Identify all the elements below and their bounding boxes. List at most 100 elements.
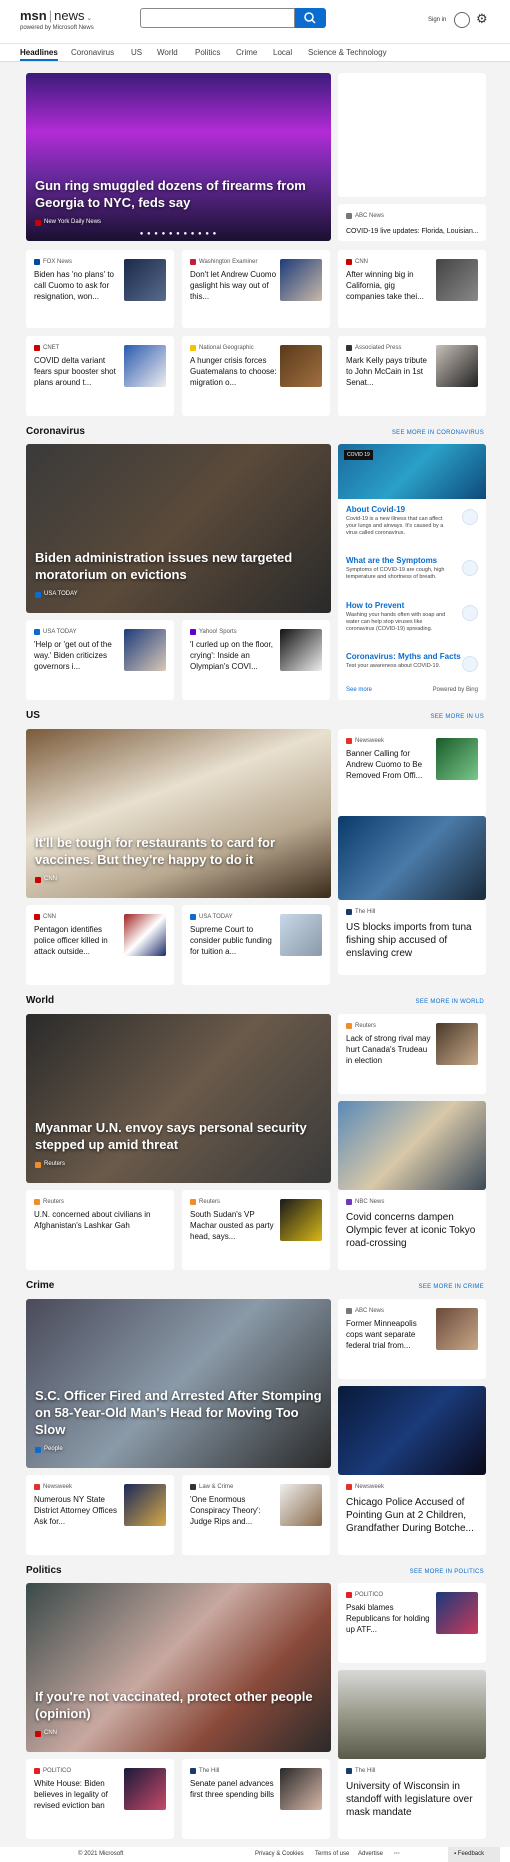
news-card[interactable]: POLITICO Psaki blames Republicans for ho… — [338, 1583, 486, 1663]
news-card[interactable]: ABC News COVID-19 live updates: Florida,… — [338, 204, 486, 241]
gear-icon[interactable]: ⚙ — [476, 11, 488, 27]
privacy-link[interactable]: Privacy & Cookies — [255, 1851, 304, 1857]
covid-panel: COVID 19 About Covid-19 Covid-19 is a ne… — [338, 444, 486, 700]
card-source: FOX News — [43, 259, 73, 265]
tab-crime[interactable]: Crime — [236, 48, 257, 57]
search-input[interactable] — [140, 8, 295, 28]
news-card[interactable]: USA TODAY 'Help or 'get out of the way.'… — [26, 620, 174, 700]
card-image[interactable] — [338, 816, 486, 900]
card-image[interactable] — [338, 1386, 486, 1475]
news-card[interactable]: Yahoo! Sports 'I curled up on the floor,… — [182, 620, 330, 700]
card-source: The Hill — [355, 1768, 376, 1774]
covid-tag: COVID 19 — [344, 450, 373, 460]
covid-item-about[interactable]: About Covid-19 Covid-19 is a new illness… — [346, 505, 478, 537]
section-title-coronavirus: Coronavirus — [26, 426, 85, 437]
hero-card[interactable]: S.C. Officer Fired and Arrested After St… — [26, 1299, 331, 1468]
card-title: Biden has 'no plans' to call Cuomo to as… — [34, 270, 114, 301]
card-source: Washington Examiner — [199, 259, 258, 265]
ad-placeholder — [338, 73, 486, 197]
card-source: NBC News — [355, 1199, 385, 1205]
news-card[interactable]: CNET COVID delta variant fears spur boos… — [26, 336, 174, 416]
msn-logo[interactable]: msn | news ⌄ powered by Microsoft News — [20, 8, 94, 31]
card-thumbnail — [280, 1484, 322, 1526]
news-card[interactable]: Reuters South Sudan's VP Machar ousted a… — [182, 1190, 330, 1270]
news-card[interactable]: Newsweek Banner Calling for Andrew Cuomo… — [338, 729, 486, 816]
news-card[interactable]: CNN After winning big in California, gig… — [338, 250, 486, 328]
hero-card[interactable]: Gun ring smuggled dozens of firearms fro… — [26, 73, 331, 241]
see-more-coronavirus[interactable]: SEE MORE IN CORONAVIRUS — [392, 430, 484, 436]
carousel-dots[interactable]: ● ● ● ● ● ● ● ● ● ● ● — [26, 231, 331, 237]
terms-link[interactable]: Terms of use — [315, 1851, 349, 1857]
card-title: 'Help or 'get out of the way.' Biden cri… — [34, 640, 112, 671]
news-card[interactable]: FOX News Biden has 'no plans' to call Cu… — [26, 250, 174, 328]
news-card[interactable]: POLITICO White House: Biden believes in … — [26, 1759, 174, 1839]
section-title-us: US — [26, 710, 40, 721]
hands-icon — [462, 605, 478, 621]
covid-item-prevent[interactable]: How to Prevent Washing your hands often … — [346, 601, 478, 633]
advertise-link[interactable]: Advertise — [358, 1851, 383, 1857]
card-thumbnail — [436, 738, 478, 780]
card-title: Covid concerns dampen Olympic fever at i… — [346, 1212, 476, 1249]
hero-card[interactable]: Biden administration issues new targeted… — [26, 444, 331, 613]
tab-us[interactable]: US — [131, 48, 142, 57]
covid-item-myths[interactable]: Coronavirus: Myths and Facts Test your a… — [346, 652, 478, 672]
news-card[interactable]: Law & Crime 'One Enormous Conspiracy The… — [182, 1475, 330, 1555]
quiz-icon — [462, 656, 478, 672]
news-card[interactable]: Newsweek Numerous NY State District Atto… — [26, 1475, 174, 1555]
thermometer-icon — [462, 560, 478, 576]
card-source: CNET — [43, 345, 60, 351]
hero-card[interactable]: It'll be tough for restaurants to card f… — [26, 729, 331, 898]
covid-see-more[interactable]: See more — [346, 687, 372, 693]
card-thumbnail — [280, 914, 322, 956]
tab-science[interactable]: Science & Technology — [308, 48, 387, 57]
card-title: Senate panel advances first three spendi… — [190, 1779, 275, 1799]
hero-card[interactable]: If you're not vaccinated, protect other … — [26, 1583, 331, 1752]
sign-in-link[interactable]: Sign in — [428, 17, 446, 23]
card-thumbnail — [280, 629, 322, 671]
news-card[interactable]: The Hill US blocks imports from tuna fis… — [338, 900, 486, 975]
more-icon[interactable]: ··· — [394, 1851, 400, 1857]
hero-card[interactable]: Myanmar U.N. envoy says personal securit… — [26, 1014, 331, 1183]
news-card[interactable]: Reuters U.N. concerned about civilians i… — [26, 1190, 174, 1270]
news-card[interactable]: ABC News Former Minneapolis cops want se… — [338, 1299, 486, 1379]
covid-item-desc: Symptoms of COVID-19 are cough, high tem… — [346, 567, 445, 580]
card-image[interactable] — [338, 1670, 486, 1759]
card-source: ABC News — [355, 1308, 385, 1314]
hero-title: If you're not vaccinated, protect other … — [35, 1689, 313, 1721]
news-card[interactable]: NBC News Covid concerns dampen Olympic f… — [338, 1190, 486, 1270]
card-thumbnail — [124, 259, 166, 301]
news-card[interactable]: Associated Press Mark Kelly pays tribute… — [338, 336, 486, 416]
see-more-world[interactable]: SEE MORE IN WORLD — [416, 999, 484, 1005]
see-more-crime[interactable]: SEE MORE IN CRIME — [419, 1284, 484, 1290]
hero-source: People — [44, 1446, 63, 1452]
brand-name: msn — [20, 8, 47, 23]
news-card[interactable]: USA TODAY Supreme Court to consider publ… — [182, 905, 330, 985]
card-source: Newsweek — [355, 738, 385, 744]
news-card[interactable]: The Hill University of Wisconsin in stan… — [338, 1759, 486, 1839]
tab-world[interactable]: World — [157, 48, 178, 57]
news-card[interactable]: Washington Examiner Don't let Andrew Cuo… — [182, 250, 330, 328]
covid-item-symptoms[interactable]: What are the Symptoms Symptoms of COVID-… — [346, 556, 478, 581]
card-thumbnail — [280, 345, 322, 387]
tab-coronavirus[interactable]: Coronavirus — [71, 48, 114, 57]
avatar-icon[interactable] — [454, 12, 470, 28]
see-more-politics[interactable]: SEE MORE IN POLITICS — [410, 1569, 484, 1575]
covid-item-desc: Covid-19 is a new illness that can affec… — [346, 516, 444, 536]
card-image[interactable] — [338, 1101, 486, 1190]
feedback-button[interactable]: ▪ Feedback — [448, 1847, 500, 1862]
card-thumbnail — [436, 1592, 478, 1634]
tab-local[interactable]: Local — [273, 48, 292, 57]
see-more-us[interactable]: SEE MORE IN US — [430, 714, 484, 720]
news-card[interactable]: CNN Pentagon identifies police officer k… — [26, 905, 174, 985]
news-card[interactable]: Reuters Lack of strong rival may hurt Ca… — [338, 1014, 486, 1094]
search-button[interactable] — [295, 8, 326, 28]
tab-politics[interactable]: Politics — [195, 48, 220, 57]
tab-headlines[interactable]: Headlines — [20, 48, 58, 61]
news-card[interactable]: Newsweek Chicago Police Accused of Point… — [338, 1475, 486, 1555]
news-card[interactable]: National Geographic A hunger crisis forc… — [182, 336, 330, 416]
hero-source: CNN — [44, 876, 57, 882]
covid-item-heading: How to Prevent — [346, 601, 405, 610]
powered-by: powered by Microsoft News — [20, 25, 94, 31]
card-title: After winning big in California, gig com… — [346, 270, 424, 301]
news-card[interactable]: The Hill Senate panel advances first thr… — [182, 1759, 330, 1839]
